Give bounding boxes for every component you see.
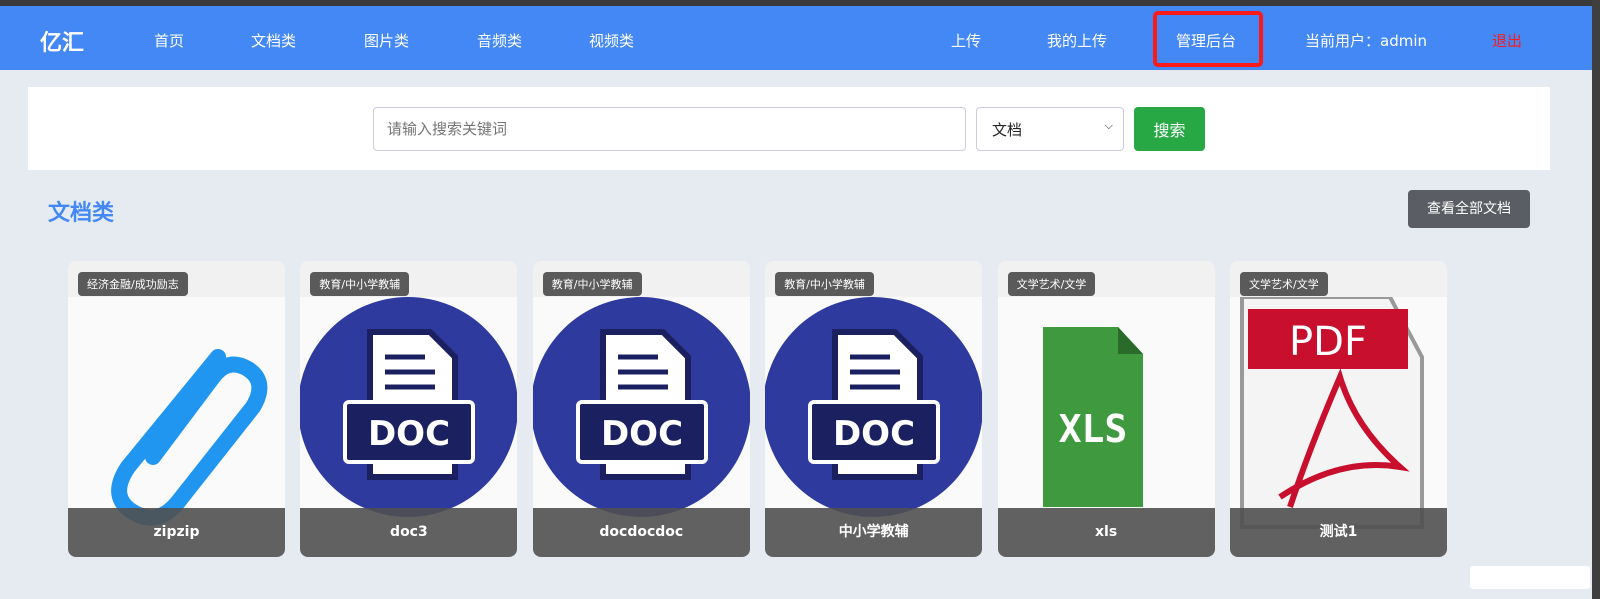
category-tag: 教育/中小学教辅 [542, 272, 642, 296]
document-card[interactable]: 经济金融/成功励志 zipzip [68, 261, 285, 557]
logo[interactable]: 亿汇 [40, 25, 84, 57]
nav-audio[interactable]: 音频类 [477, 30, 522, 51]
document-card[interactable]: 文学艺术/文学 PDF 测试1 [1230, 261, 1447, 557]
nav-home[interactable]: 首页 [154, 30, 184, 51]
document-title[interactable]: docdocdoc [532, 508, 750, 557]
category-tag: 文学艺术/文学 [1007, 272, 1096, 296]
document-card[interactable]: 教育/中小学教辅 DOC 中小学教辅 [765, 261, 983, 557]
document-title[interactable]: 中小学教辅 [765, 508, 983, 557]
section-title: 文档类 [48, 201, 115, 226]
search-input[interactable] [373, 107, 966, 151]
category-tag: 文学艺术/文学 [1240, 272, 1328, 296]
document-card[interactable]: 教育/中小学教辅 DOC doc3 [300, 261, 518, 557]
document-card[interactable]: 文学艺术/文学 XLS xls [997, 261, 1215, 557]
svg-text:DOC: DOC [833, 414, 915, 454]
svg-text:PDF: PDF [1289, 319, 1367, 365]
nav-admin[interactable]: 管理后台 [1176, 30, 1236, 51]
search-button[interactable]: 搜索 [1134, 107, 1205, 151]
document-title[interactable]: doc3 [300, 508, 518, 557]
svg-text:DOC: DOC [601, 414, 683, 454]
category-tag: 教育/中小学教辅 [775, 272, 874, 296]
nav-images[interactable]: 图片类 [364, 30, 409, 51]
logout-link[interactable]: 退出 [1492, 30, 1522, 51]
svg-text:XLS: XLS [1058, 407, 1127, 451]
nav-documents[interactable]: 文档类 [251, 30, 296, 51]
search-panel: 文档 ⌵ 搜索 [28, 87, 1550, 170]
document-title[interactable]: zipzip [68, 508, 285, 557]
current-user: 当前用户：admin [1305, 32, 1428, 50]
category-select-value: 文档 [992, 121, 1023, 139]
document-title[interactable]: xls [997, 508, 1215, 557]
navbar: 亿汇 首页 文档类 图片类 音频类 视频类 上传 我的上传 管理后台 当前用户：… [0, 6, 1592, 70]
document-card[interactable]: 教育/中小学教辅 DOC docdocdoc [532, 261, 750, 557]
category-select[interactable]: 文档 ⌵ [976, 107, 1124, 151]
category-tag: 教育/中小学教辅 [310, 272, 410, 296]
document-title[interactable]: 测试1 [1230, 508, 1447, 557]
floating-panel [1470, 566, 1590, 589]
category-tag: 经济金融/成功励志 [78, 272, 188, 296]
nav-video[interactable]: 视频类 [589, 30, 634, 51]
view-all-documents-button[interactable]: 查看全部文档 [1408, 190, 1530, 228]
scrollbar[interactable] [1592, 0, 1600, 599]
nav-my-uploads[interactable]: 我的上传 [1047, 30, 1107, 51]
chevron-down-icon: ⌵ [1104, 119, 1113, 132]
nav-upload[interactable]: 上传 [951, 30, 981, 51]
svg-text:DOC: DOC [368, 414, 450, 454]
